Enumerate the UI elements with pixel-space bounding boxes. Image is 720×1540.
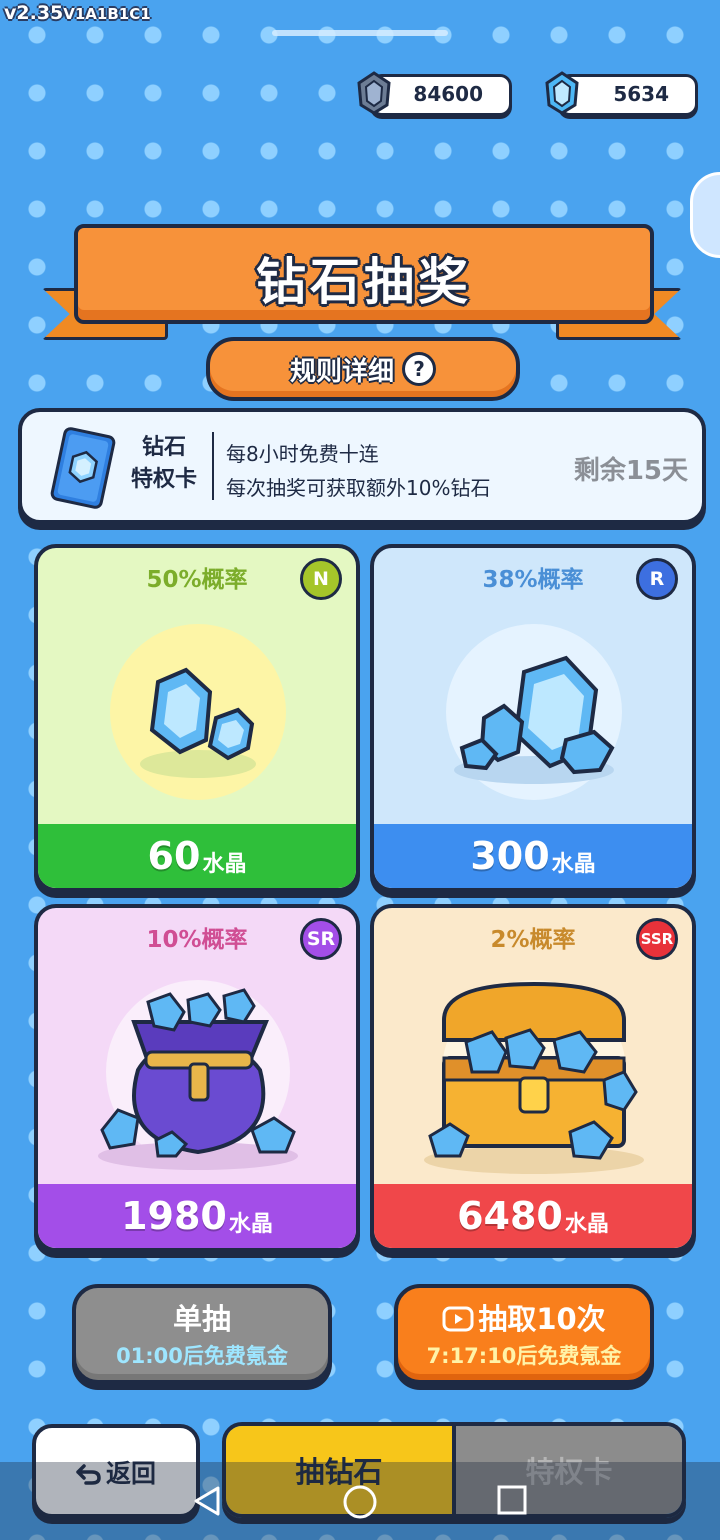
rarity-badge: SSR <box>636 918 678 960</box>
reward-amount-bar: 60 水晶 <box>38 824 356 888</box>
reward-card-ssr: 2%概率 SSR 6480 水晶 <box>370 904 696 1252</box>
system-home-icon[interactable] <box>342 1484 378 1520</box>
reward-amount: 300 <box>470 834 550 878</box>
video-play-icon <box>442 1306 474 1332</box>
currency-value: 5634 <box>613 82 669 106</box>
single-draw-timer: 01:00后免费氪金 <box>116 1344 288 1368</box>
ten-draw-label: 抽取10次 <box>478 1302 606 1336</box>
reward-amount: 1980 <box>121 1194 227 1238</box>
medium-crystal-pile-icon <box>446 624 622 800</box>
rules-detail-button[interactable]: 规则详细 ? <box>206 337 520 401</box>
ten-draw-button[interactable]: 抽取10次 7:17:10后免费氪金 <box>394 1284 654 1384</box>
privilege-card-banner[interactable]: 钻石 特权卡 每8小时免费十连 每次抽奖可获取额外10%钻石 剩余15天 <box>18 408 706 524</box>
reward-card-n: 50%概率 N 60 水晶 <box>34 544 360 892</box>
system-recents-icon[interactable] <box>496 1484 528 1516</box>
reward-card-r: 38%概率 R 300 水晶 <box>370 544 696 892</box>
crystal-dark-icon <box>357 71 391 115</box>
reward-card-sr: 10%概率 SR 1980 水晶 <box>34 904 360 1252</box>
currency-value: 84600 <box>413 82 483 106</box>
reward-amount-bar: 1980 水晶 <box>38 1184 356 1248</box>
treasure-chest-icon <box>424 980 644 1174</box>
title-banner: 钻石抽奖 <box>74 224 654 324</box>
crystal-blue-icon <box>545 71 579 115</box>
privilege-remaining-days: 剩余15天 <box>573 456 688 486</box>
single-draw-label: 单抽 <box>172 1302 231 1336</box>
rarity-badge: N <box>300 558 342 600</box>
small-crystal-pile-icon <box>110 624 286 800</box>
rarity-badge: R <box>636 558 678 600</box>
single-draw-button[interactable]: 单抽 01:00后免费氪金 <box>72 1284 332 1384</box>
reward-amount-bar: 6480 水晶 <box>374 1184 692 1248</box>
reward-unit: 水晶 <box>202 852 247 877</box>
reward-amount: 60 <box>147 834 201 878</box>
version-number: v2.35 <box>4 2 64 24</box>
version-label: v2.35V1A1B1C1 <box>4 2 151 24</box>
ten-draw-timer: 7:17:10后免费氪金 <box>426 1344 622 1368</box>
privilege-name-line2: 特权卡 <box>130 467 197 492</box>
privilege-benefit-2: 每次抽奖可获取额外10%钻石 <box>226 476 491 500</box>
page-title: 钻石抽奖 <box>256 253 472 311</box>
rarity-badge: SR <box>300 918 342 960</box>
ten-draw-title: 抽取10次 <box>398 1296 650 1338</box>
version-build: V1A1B1C1 <box>63 5 151 23</box>
rules-button-label: 规则详细 <box>289 356 394 387</box>
reward-unit: 水晶 <box>564 1212 609 1237</box>
privilege-name-line1: 钻石 <box>141 435 186 460</box>
system-back-icon[interactable] <box>190 1484 224 1518</box>
side-menu-button[interactable] <box>690 172 720 258</box>
currency-crystal-dark: 84600 <box>357 71 512 116</box>
privilege-card-icon <box>50 427 116 509</box>
reward-amount-bar: 300 水晶 <box>374 824 692 888</box>
reward-unit: 水晶 <box>551 852 596 877</box>
divider <box>212 432 214 500</box>
question-icon: ? <box>402 352 436 386</box>
reward-unit: 水晶 <box>228 1212 273 1237</box>
reward-amount: 6480 <box>457 1194 563 1238</box>
pull-handle[interactable] <box>272 30 448 36</box>
currency-crystal-blue: 5634 <box>545 71 698 116</box>
crystal-bag-icon <box>98 980 298 1170</box>
privilege-benefit-1: 每8小时免费十连 <box>226 442 379 466</box>
privilege-name: 钻石 特权卡 <box>122 432 206 496</box>
